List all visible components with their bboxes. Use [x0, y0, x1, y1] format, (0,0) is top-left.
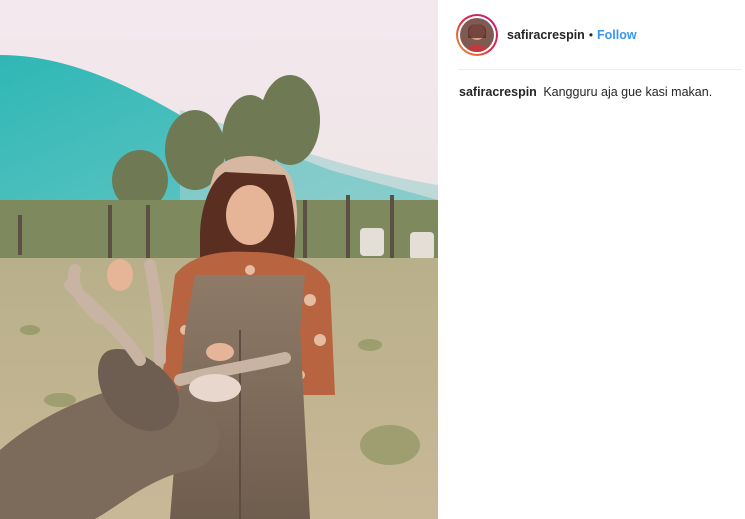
- author-username[interactable]: safiracrespin: [507, 28, 585, 42]
- post-header: safiracrespin • Follow: [438, 0, 745, 70]
- follow-button[interactable]: Follow: [597, 28, 637, 42]
- avatar-photo-icon: [460, 18, 494, 52]
- separator-dot: •: [588, 28, 594, 42]
- post-sidebar: safiracrespin • Follow safiracrespin Kan…: [438, 0, 745, 519]
- avatar[interactable]: [456, 14, 498, 56]
- caption-text: Kangguru aja gue kasi makan.: [543, 85, 713, 99]
- photo-illustration: [0, 0, 438, 519]
- instagram-post: safiracrespin • Follow safiracrespin Kan…: [0, 0, 745, 519]
- post-photo[interactable]: [0, 0, 438, 519]
- post-caption: safiracrespin Kangguru aja gue kasi maka…: [459, 84, 739, 100]
- avatar-border: [458, 16, 496, 54]
- avatar-image: [460, 18, 494, 52]
- caption-username[interactable]: safiracrespin: [459, 85, 537, 99]
- header-divider: [458, 69, 742, 70]
